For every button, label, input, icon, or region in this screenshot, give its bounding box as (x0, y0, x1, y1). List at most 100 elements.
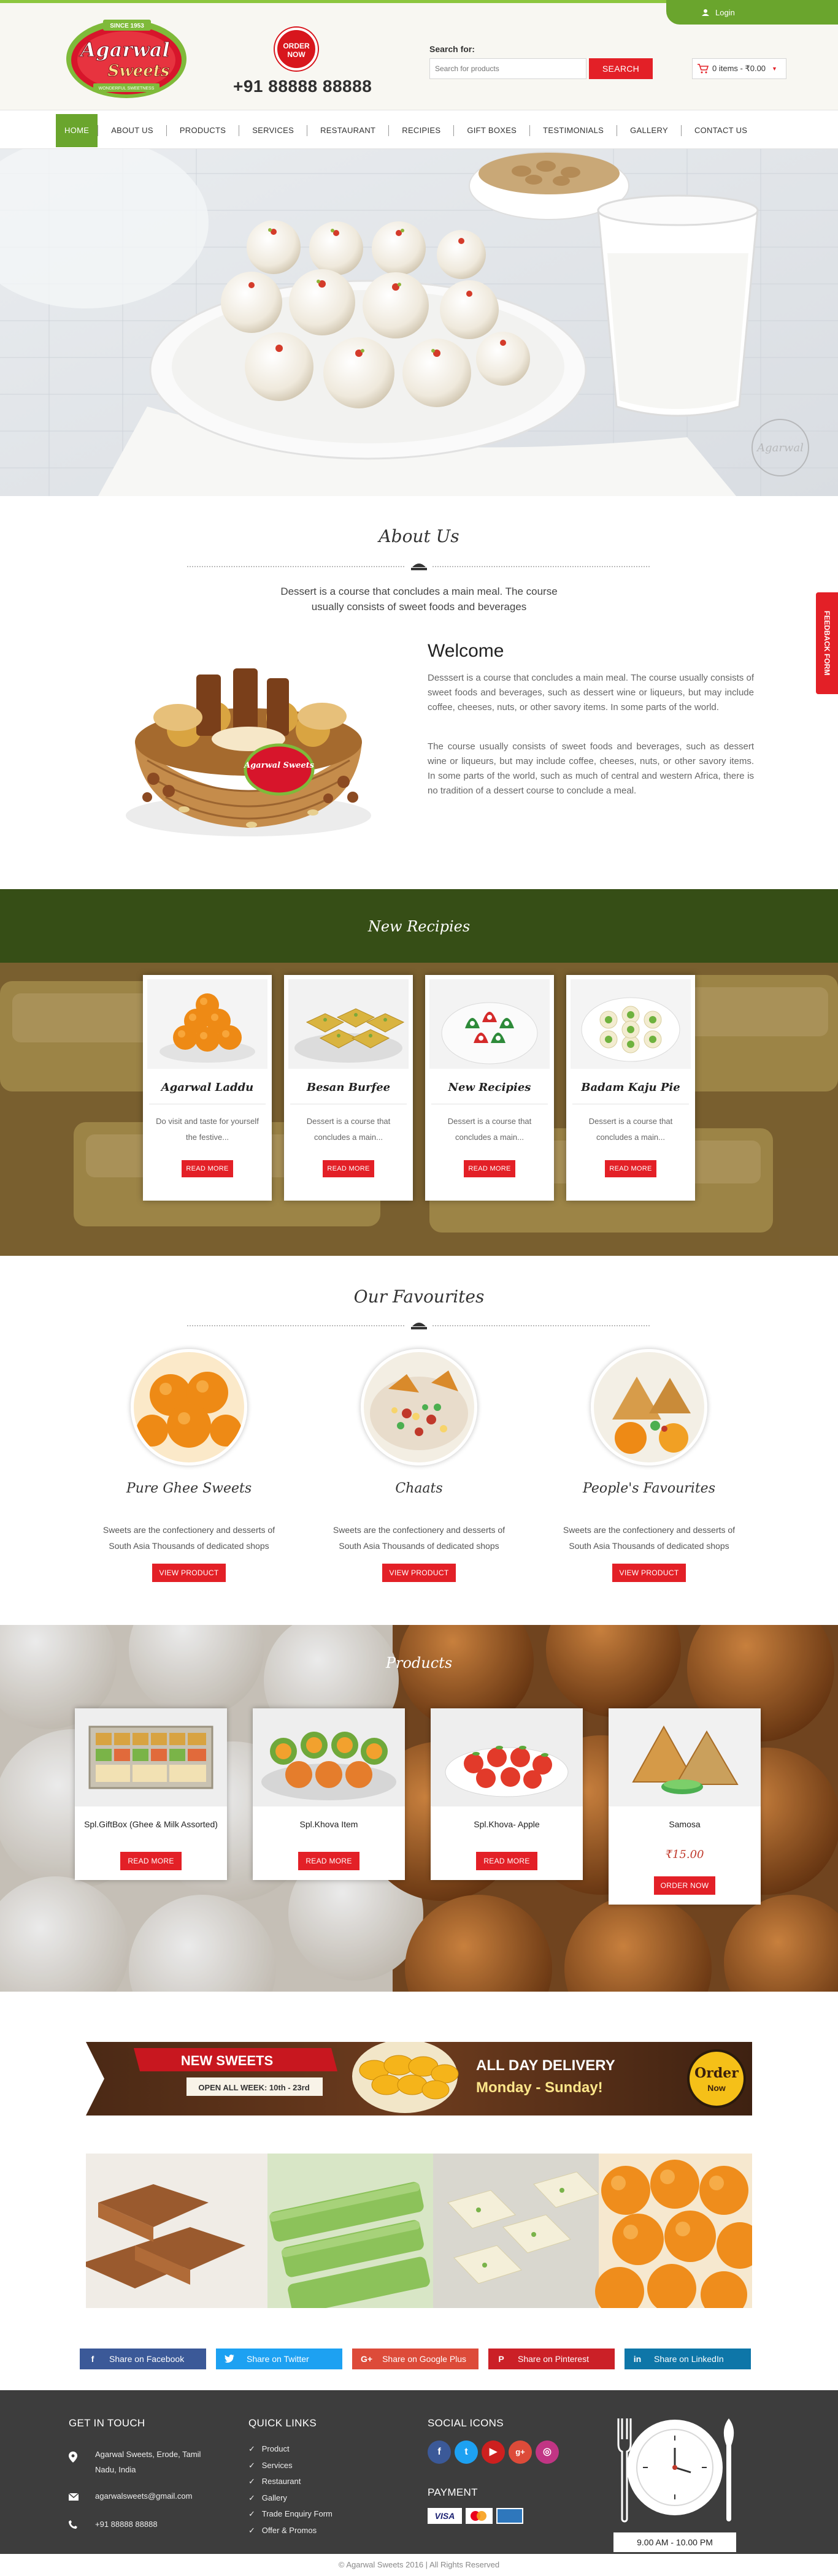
payment-methods: VISA (428, 2508, 523, 2524)
check-icon: ✓ (248, 2477, 255, 2486)
quick-link[interactable]: ✓ Services (248, 2458, 383, 2474)
nav-item-services[interactable]: SERVICES (239, 114, 307, 147)
recipe-card: Agarwal Laddu Do visit and taste for you… (143, 975, 272, 1201)
nav-item-gift-boxes[interactable]: GIFT BOXES (454, 114, 529, 147)
nav-item-testimonials[interactable]: TESTIMONIALS (530, 114, 617, 147)
share-twitter-button[interactable]: Share on Twitter (216, 2349, 342, 2369)
share-facebook-button[interactable]: f Share on Facebook (80, 2349, 206, 2369)
favourite-name: Chaats (395, 1481, 443, 1496)
login-label: Login (715, 7, 735, 17)
copyright-text: © Agarwal Sweets 2016 | All Rights Reser… (0, 2554, 838, 2576)
product-price: ₹15.00 (665, 1848, 704, 1861)
order-now-badge[interactable]: ORDER NOW (275, 28, 318, 71)
recipe-description: Dessert is a course that concludes a mai… (306, 1117, 391, 1142)
about-subtitle: Dessert is a course that concludes a mai… (280, 586, 558, 613)
site-footer: GET IN TOUCH Agarwal Sweets, Erode, Tami… (0, 2390, 838, 2554)
twitter-icon[interactable]: t (455, 2440, 478, 2464)
pinterest-icon: P (498, 2354, 504, 2364)
sweets-basket-image: Agarwal Sweets (110, 638, 386, 846)
view-product-button[interactable]: VIEW PRODUCT (382, 1564, 456, 1582)
recipe-name: New Recipies (448, 1081, 531, 1094)
map-pin-icon (69, 2452, 77, 2463)
quick-link[interactable]: ✓ Offer & Promos (248, 2523, 383, 2539)
footer-email[interactable]: agarwalsweets@gmail.com (95, 2488, 192, 2504)
share-linkedin-button[interactable]: in Share on LinkedIn (625, 2349, 751, 2369)
recipe-read-more-button[interactable]: READ MORE (464, 1160, 515, 1177)
quick-link[interactable]: ✓ Restaurant (248, 2474, 383, 2490)
quick-link-label: Trade Enquiry Form (261, 2509, 333, 2518)
google-plus-icon: G+ (361, 2354, 373, 2364)
chevron-down-icon: ▼ (772, 66, 777, 72)
nav-item-restaurant[interactable]: RESTAURANT (307, 114, 388, 147)
logo-graphic: SINCE 1953 Agarwal Sweets WONDERFUL SWEE… (66, 20, 186, 98)
share-label: Share on Facebook (109, 2354, 185, 2364)
welcome-heading: Welcome (428, 641, 504, 661)
product-name: Spl.Khova Item (299, 1819, 358, 1829)
recipe-image-badam-kaju-pie (571, 979, 691, 1069)
recipe-name: Agarwal Laddu (161, 1081, 254, 1094)
order-now-button[interactable]: ORDER NOW (654, 1876, 715, 1895)
nav-item-contact-us[interactable]: CONTACT US (682, 114, 760, 147)
search-button[interactable]: SEARCH (589, 58, 653, 79)
feedback-form-tab[interactable]: FEEDBACK FORM (816, 592, 838, 694)
favourite-image-pure-ghee (131, 1349, 247, 1466)
cart-icon (698, 64, 709, 74)
product-read-more-button[interactable]: READ MORE (298, 1852, 359, 1870)
logo-tagline: WONDERFUL SWEETNESS (99, 86, 155, 91)
facebook-icon[interactable]: f (428, 2440, 451, 2464)
recipe-read-more-button[interactable]: READ MORE (182, 1160, 233, 1177)
logo-since: SINCE 1953 (110, 23, 144, 29)
product-name: Spl.GiftBox (Ghee & Milk Assorted) (84, 1819, 218, 1829)
nav-item-gallery[interactable]: GALLERY (617, 114, 681, 147)
recipe-image-laddu (147, 979, 267, 1069)
facebook-icon: f (91, 2354, 94, 2364)
cart-summary[interactable]: 0 items - ₹0.00 ▼ (692, 58, 786, 79)
instagram-icon[interactable]: ◎ (536, 2440, 559, 2464)
search-input[interactable] (429, 58, 586, 79)
quick-link[interactable]: ✓ Product (248, 2441, 383, 2458)
login-button[interactable]: Login (666, 0, 838, 25)
favourite-description: Sweets are the confectionery and dessert… (563, 1525, 736, 1551)
nav-item-about-us[interactable]: ABOUT US (98, 114, 166, 147)
footer-quick-links-title: QUICK LINKS (248, 2417, 317, 2429)
recipe-description: Do visit and taste for yourself the fest… (156, 1117, 259, 1142)
recipe-read-more-button[interactable]: READ MORE (323, 1160, 374, 1177)
footer-get-in-touch-title: GET IN TOUCH (69, 2417, 145, 2429)
quick-link[interactable]: ✓ Trade Enquiry Form (248, 2506, 383, 2523)
view-product-button[interactable]: VIEW PRODUCT (152, 1564, 226, 1582)
recipe-card: New Recipies Dessert is a course that co… (425, 975, 554, 1201)
check-icon: ✓ (248, 2493, 255, 2502)
promo-banner[interactable]: NEW SWEETS OPEN ALL WEEK: 10th - 23rd AL… (86, 2039, 752, 2115)
youtube-icon[interactable]: ▶ (482, 2440, 505, 2464)
share-google-plus-button[interactable]: G+ Share on Google Plus (352, 2349, 479, 2369)
product-read-more-button[interactable]: READ MORE (476, 1852, 537, 1870)
mastercard-icon (466, 2508, 493, 2524)
nav-item-home[interactable]: HOME (56, 114, 98, 147)
product-image-gift-box (75, 1708, 227, 1806)
nav-item-products[interactable]: PRODUCTS (167, 114, 239, 147)
google-plus-icon[interactable]: g+ (509, 2440, 532, 2464)
user-icon (702, 9, 709, 16)
favourites-title: Our Favourites (353, 1286, 485, 1307)
recipe-read-more-button[interactable]: READ MORE (605, 1160, 656, 1177)
banner-delivery-line1: ALL DAY DELIVERY (476, 2057, 615, 2074)
favourite-name: People's Favourites (583, 1481, 715, 1496)
share-pinterest-button[interactable]: P Share on Pinterest (488, 2349, 615, 2369)
check-icon: ✓ (248, 2525, 255, 2535)
hero-banner: Agarwal (0, 149, 838, 496)
product-name: Spl.Khova- Apple (474, 1819, 540, 1829)
banner-new-sweets: NEW SWEETS (181, 2053, 273, 2068)
recipes-section-background (0, 889, 838, 1256)
view-product-button[interactable]: VIEW PRODUCT (612, 1564, 686, 1582)
logo-line2: Sweets (108, 62, 170, 80)
share-label: Share on Google Plus (382, 2354, 467, 2364)
favourite-item: Chaats Sweets are the confectionery and … (327, 1349, 511, 1582)
quick-link[interactable]: ✓ Gallery (248, 2490, 383, 2507)
banner-order-line1: Order (694, 2065, 739, 2081)
plate-clock-icon (617, 2418, 734, 2523)
site-logo[interactable]: SINCE 1953 Agarwal Sweets WONDERFUL SWEE… (61, 12, 198, 104)
envelope-icon (69, 2493, 79, 2501)
product-read-more-button[interactable]: READ MORE (120, 1852, 182, 1870)
nav-item-recipies[interactable]: RECIPIES (389, 114, 453, 147)
check-icon: ✓ (248, 2509, 255, 2518)
